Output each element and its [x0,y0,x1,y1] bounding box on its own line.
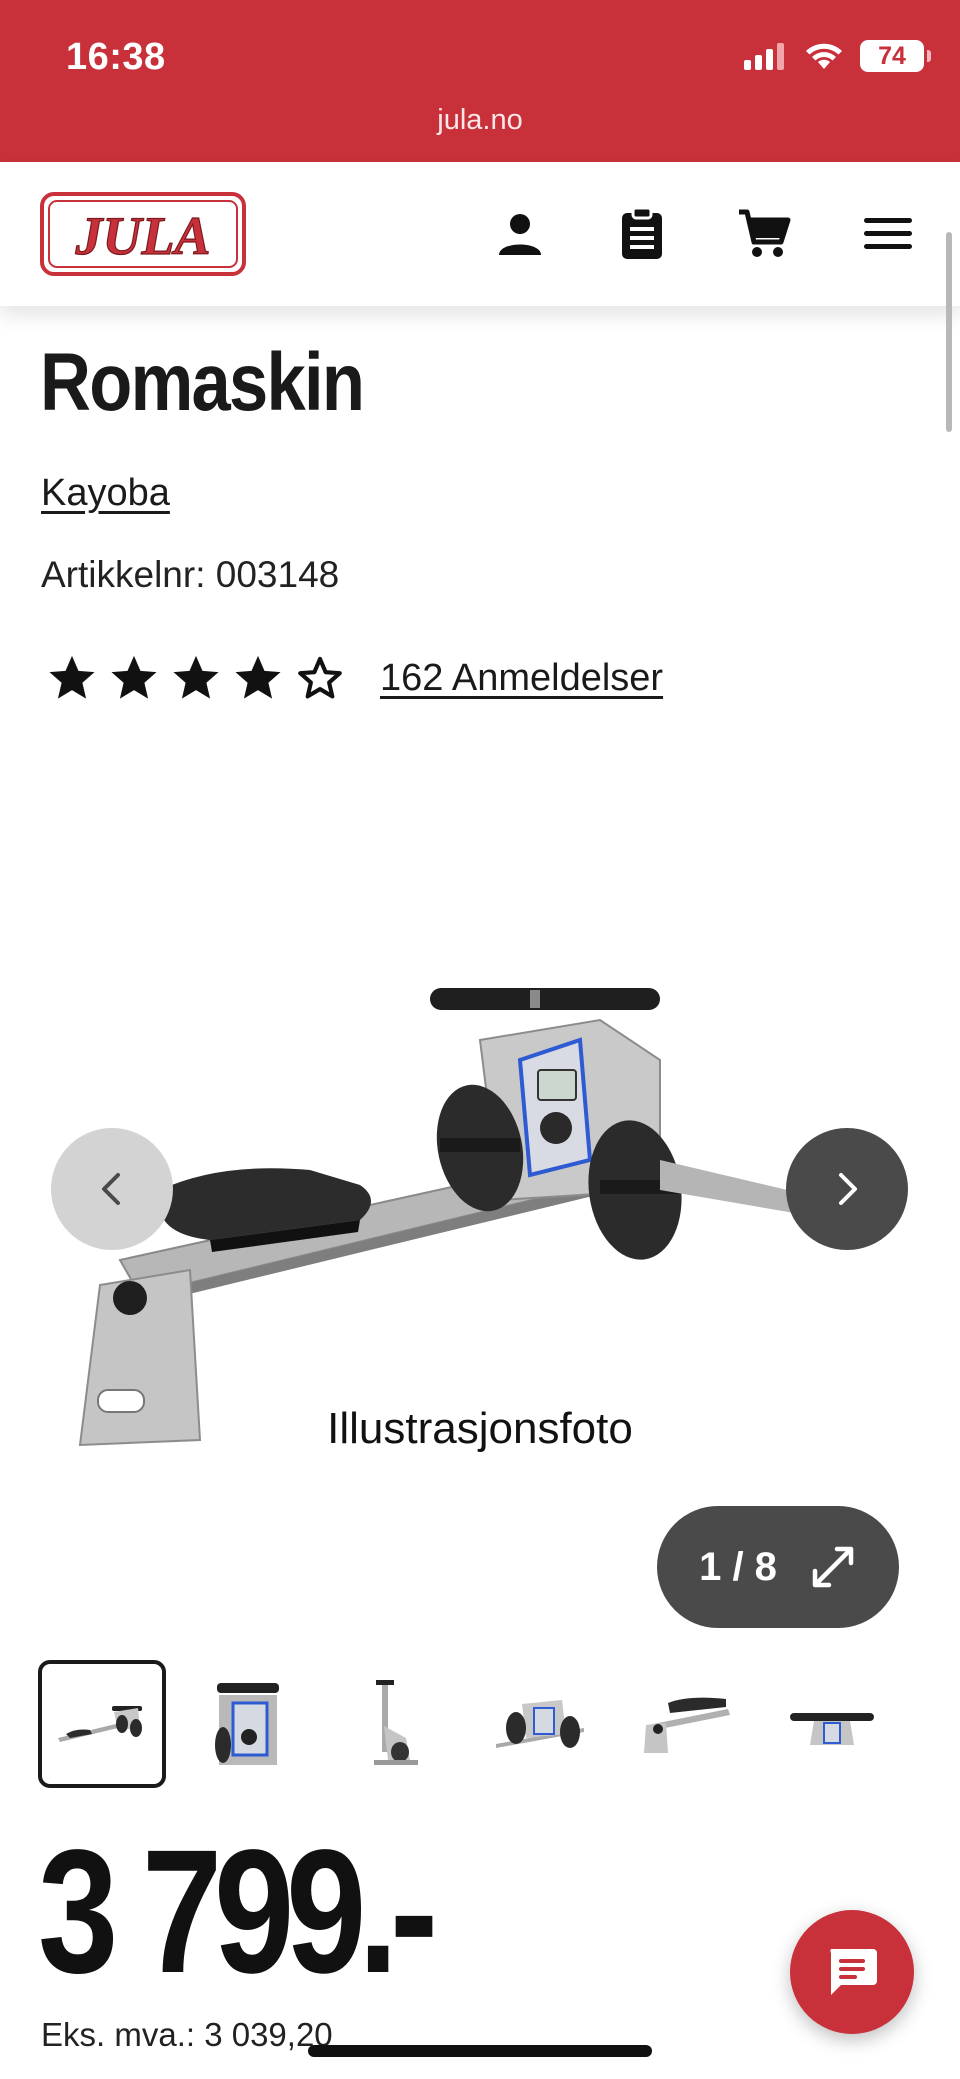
chat-icon [830,1949,877,1995]
jula-logo[interactable]: JULA [40,192,246,276]
thumbnail-1[interactable] [38,1660,166,1788]
reviews-link[interactable]: 162 Anmeldelser [380,657,663,700]
star-filled-icon [111,655,157,699]
status-bar: 16:38 74 jula.no [0,0,960,162]
logo-text: JULA [75,206,211,266]
status-time: 16:38 [66,36,166,78]
chevron-left-icon [102,1173,120,1205]
gallery-counter: 1 / 8 [699,1544,777,1589]
thumbnail-strip [38,1660,922,1788]
battery-level: 74 [878,41,906,70]
star-outline-icon [298,656,342,699]
star-filled-icon [49,655,95,699]
price-ex-vat: Eks. mva.: 3 039,20 [41,2016,333,2053]
thumbnail-5[interactable] [622,1660,750,1788]
image-caption: Illustrasjonsfoto [327,1404,633,1453]
wifi-icon [806,43,842,69]
article-number: Artikkelnr: 003148 [41,554,340,595]
thumbnail-image [644,1697,730,1753]
thumbnail-image [496,1700,584,1748]
cellular-signal-icon [744,43,784,70]
url-bar[interactable]: jula.no [0,104,960,137]
account-icon[interactable] [490,204,550,264]
thumbnail-4[interactable] [476,1660,604,1788]
clipboard-list-icon[interactable] [612,204,672,264]
rowing-machine-image [78,988,846,1447]
scrollbar[interactable] [946,232,952,432]
star-filled-icon [235,655,281,699]
gallery-next-button[interactable] [786,1128,908,1250]
thumbnail-image [374,1680,418,1765]
chevron-right-icon [839,1173,857,1205]
battery-icon: 74 [860,40,931,72]
status-icons: 74 [742,40,931,72]
thumbnail-2[interactable] [184,1660,312,1788]
thumbnail-3[interactable] [330,1660,458,1788]
star-filled-icon [173,655,219,699]
thumbnail-image [215,1683,279,1765]
product-price: 3 799.- [38,1814,438,2010]
brand-link[interactable]: Kayoba [41,472,170,515]
cart-icon[interactable] [734,204,794,264]
gallery-counter-fullscreen-button[interactable]: 1 / 8 [657,1506,899,1628]
thumbnail-image [58,1706,142,1742]
menu-icon[interactable] [858,204,918,264]
expand-icon [812,1546,854,1588]
site-header: JULA [0,162,960,306]
rating[interactable]: 162 Anmeldelser [44,652,663,704]
home-indicator[interactable] [308,2045,652,2057]
product-title: Romaskin [40,337,365,428]
chat-button[interactable] [790,1910,914,2034]
gallery-prev-button[interactable] [51,1128,173,1250]
thumbnail-6[interactable] [768,1660,896,1788]
thumbnail-image [790,1713,874,1745]
